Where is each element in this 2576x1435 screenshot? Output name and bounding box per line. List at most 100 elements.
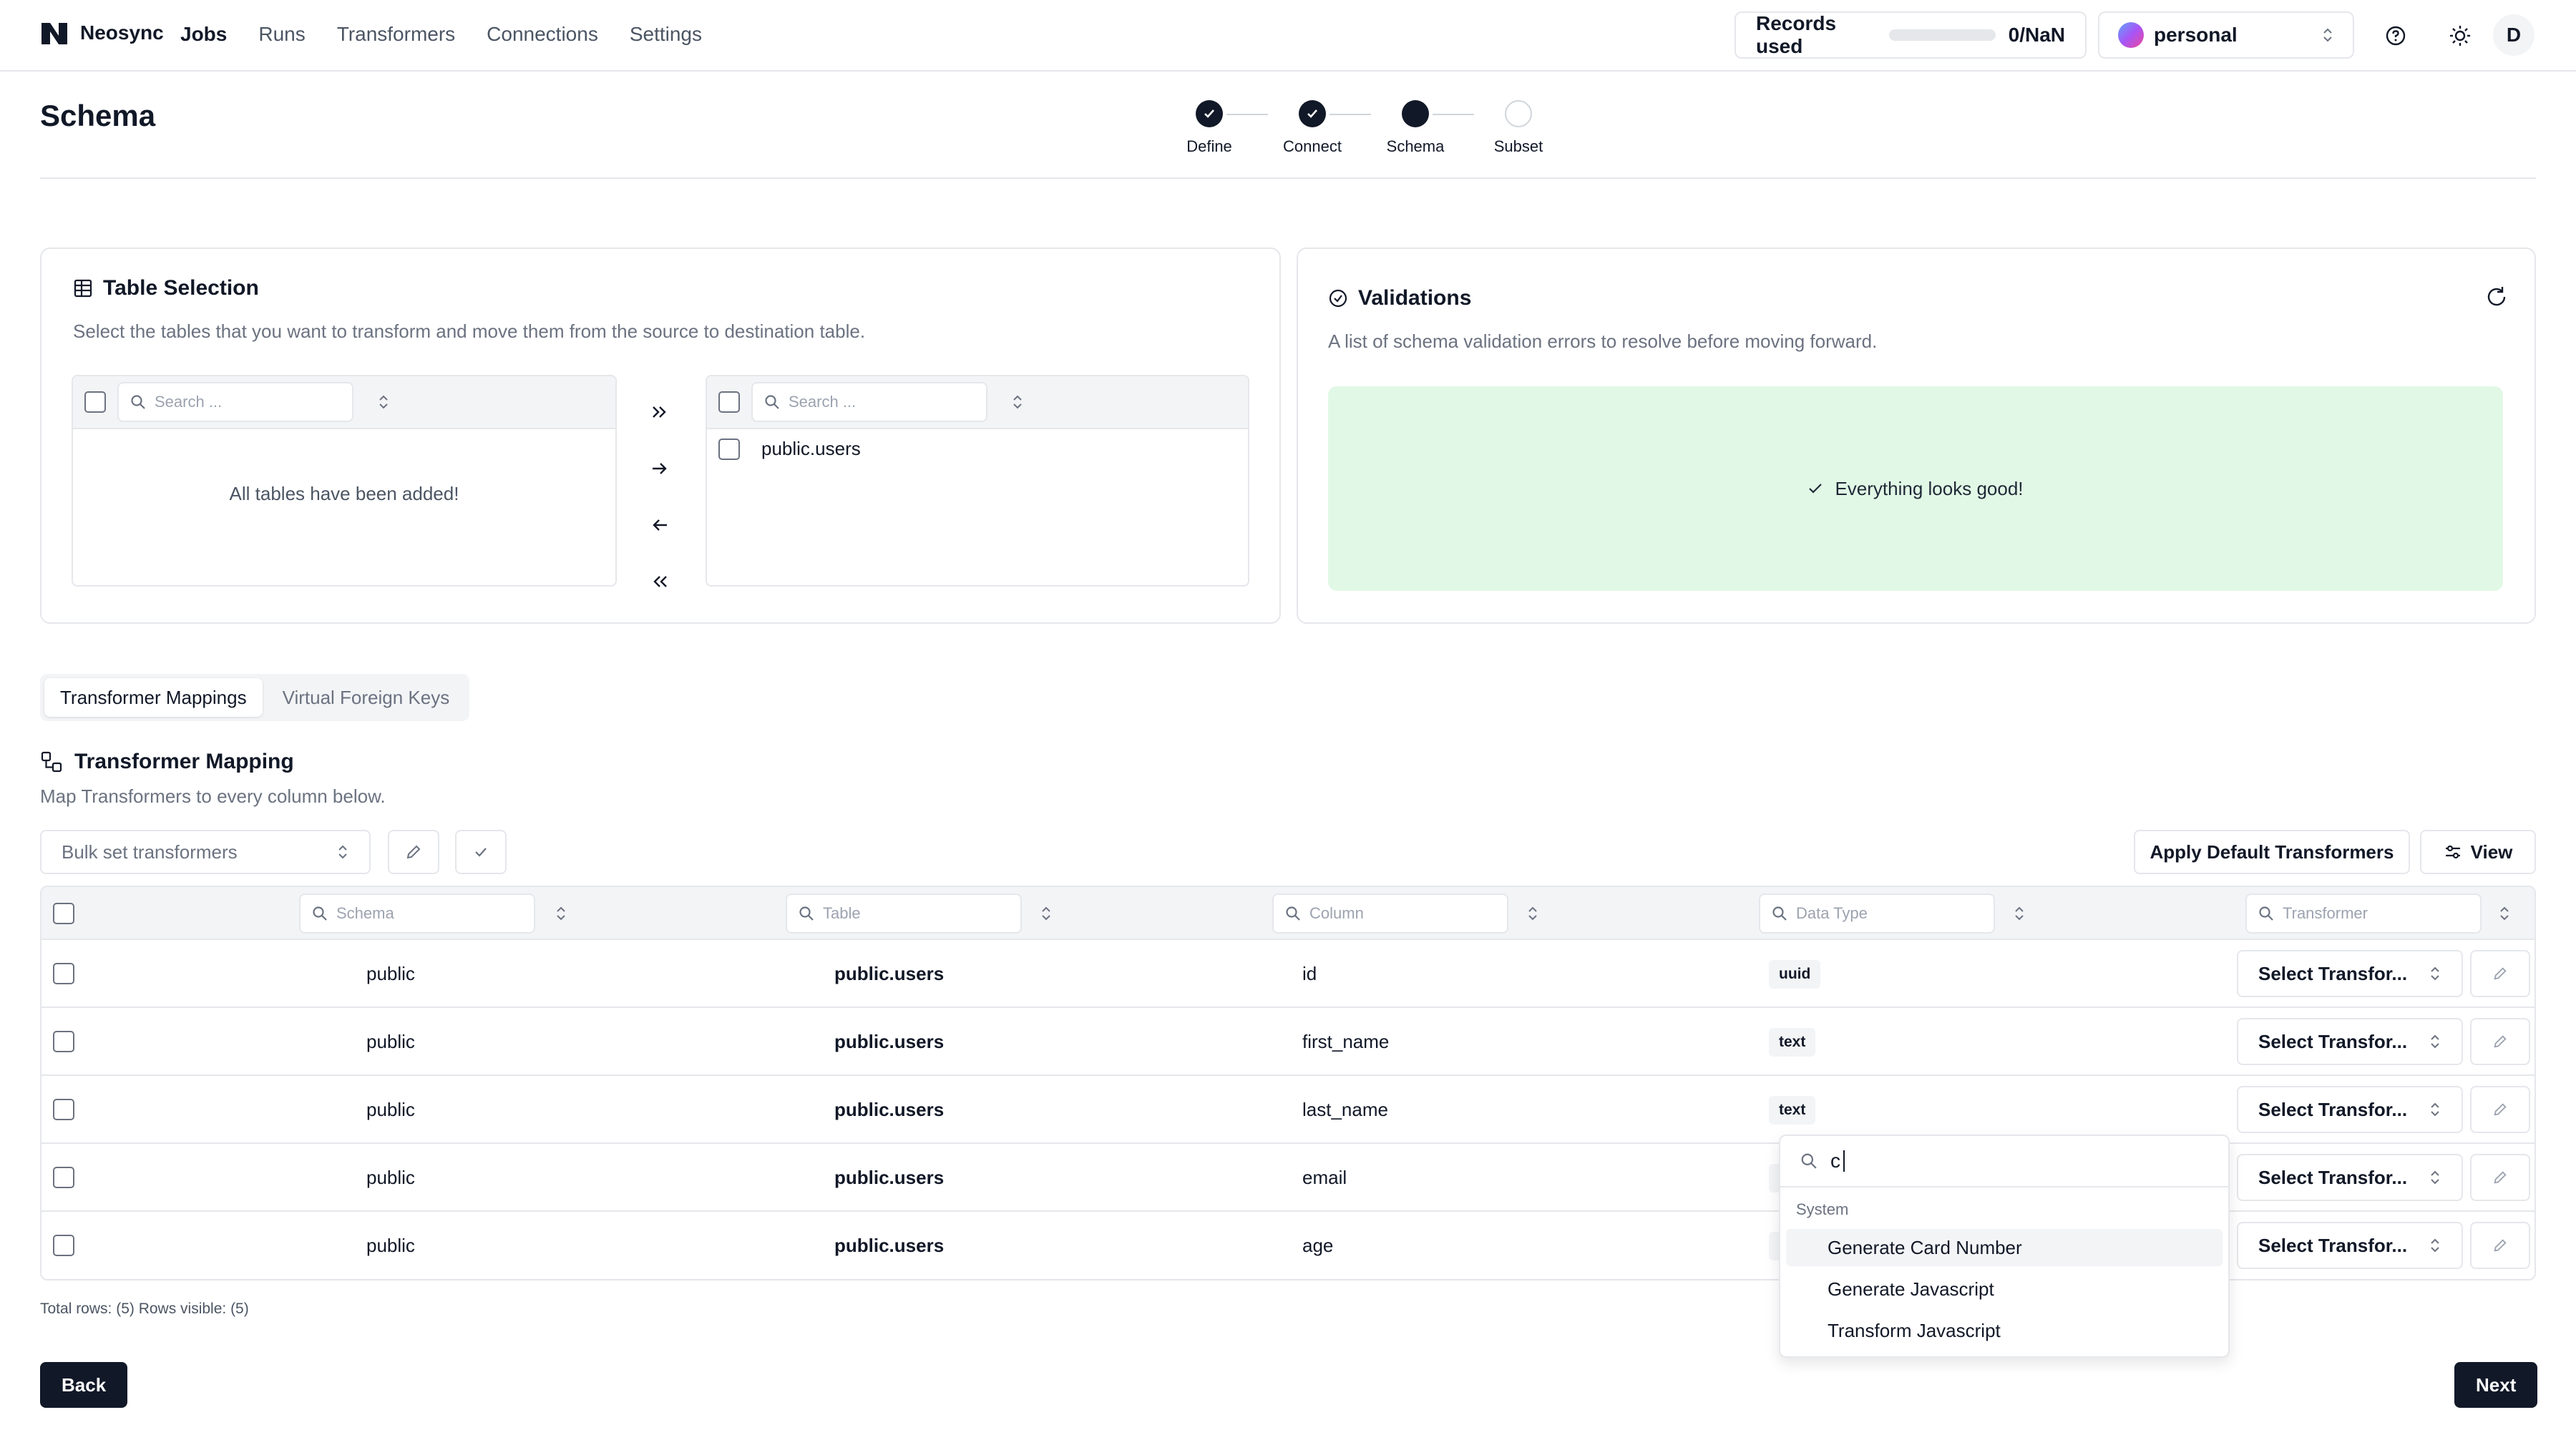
sort-icon[interactable] [1040,906,1052,921]
tab-transformer-mappings[interactable]: Transformer Mappings [44,678,263,717]
table-row: public public.users id uuid Select Trans… [42,940,2534,1008]
dropdown-option[interactable]: Transform Javascript [1786,1312,2223,1349]
button-label: Apply Default Transformers [2150,841,2394,863]
data-type-badge: text [1769,1027,1816,1057]
schema-cell: public [366,1167,415,1188]
filter-placeholder: Schema [336,904,394,922]
search-icon [1772,906,1787,921]
bulk-apply-button[interactable] [455,830,507,874]
edit-transformer-button[interactable] [2470,950,2530,997]
sort-icon[interactable] [2499,906,2510,921]
edit-transformer-button[interactable] [2470,1086,2530,1133]
nav-jobs[interactable]: Jobs [180,23,227,46]
row-checkbox[interactable] [53,1031,74,1052]
edit-transformer-button[interactable] [2470,1222,2530,1269]
table-filter-input[interactable]: Table [786,893,1022,934]
tab-virtual-foreign-keys[interactable]: Virtual Foreign Keys [267,678,466,717]
table-cell: public.users [834,1235,945,1256]
column-filter-input[interactable]: Column [1272,893,1508,934]
dropdown-option[interactable]: Generate Javascript [1786,1270,2223,1308]
transformer-select[interactable]: Select Transfor... [2237,1086,2463,1133]
edit-transformer-button[interactable] [2470,1154,2530,1201]
list-item[interactable]: public.users [707,429,1248,469]
row-checkbox[interactable] [53,963,74,984]
sort-icon[interactable] [555,906,567,921]
neosync-logo-icon [42,23,67,44]
nav-transformers[interactable]: Transformers [337,23,455,46]
search-icon [1286,906,1300,921]
transformer-select[interactable]: Select Transfor... [2237,1154,2463,1201]
column-cell: email [1302,1167,1347,1188]
chevron-up-down-icon [2431,1102,2439,1117]
bulk-edit-button[interactable] [388,830,439,874]
schema-filter-input[interactable]: Schema [299,893,535,934]
help-button[interactable] [2376,16,2416,56]
schema-cell: public [366,963,415,984]
text-cursor [1843,1150,1845,1172]
search-icon [313,906,327,921]
table-cell: public.users [834,1167,945,1188]
sort-icon[interactable] [378,394,389,410]
nav-connections[interactable]: Connections [487,23,598,46]
next-button[interactable]: Next [2454,1362,2538,1408]
row-checkbox[interactable] [53,1167,74,1188]
theme-toggle-button[interactable] [2440,16,2480,56]
move-right-button[interactable] [644,440,675,496]
row-checkbox[interactable] [53,1235,74,1256]
data-type-filter-input[interactable]: Data Type [1759,893,1995,934]
transformer-select[interactable]: Select Transfor... [2237,950,2463,997]
data-type-cell: text [1769,1008,1816,1076]
select-value: Select Transfor... [2258,1166,2408,1188]
chevron-up-down-icon [2431,1238,2439,1253]
transformer-search-input[interactable]: c [1780,1136,2228,1187]
search-icon [799,906,814,921]
table-name: public.users [761,438,861,459]
chevron-up-down-icon [338,845,347,859]
destination-search-input[interactable]: Search ... [751,382,987,422]
move-all-left-button[interactable] [644,553,675,609]
transformer-filter-input[interactable]: Transformer [2245,893,2482,934]
transformer-select[interactable]: Select Transfor... [2237,1222,2463,1269]
search-value: c [1830,1150,1840,1172]
view-options-button[interactable]: View [2420,830,2536,874]
back-button[interactable]: Back [40,1362,128,1408]
page-title: Schema [40,99,156,132]
records-used-widget[interactable]: Records used 0/NaN [1735,11,2087,59]
select-value: Select Transfor... [2258,1030,2408,1052]
arrow-left-icon [653,519,667,531]
refresh-validations-button[interactable] [2484,285,2509,314]
select-all-destination-checkbox[interactable] [718,391,740,413]
edit-transformer-button[interactable] [2470,1018,2530,1065]
brand-logo[interactable]: Neosync [40,20,164,46]
sliders-icon [2445,845,2460,859]
check-circle-icon [1329,289,1347,308]
source-search-input[interactable]: Search ... [117,382,353,422]
schema-cell: public [366,1235,415,1256]
table-checkbox[interactable] [718,438,740,460]
account-switcher[interactable]: personal [2098,11,2354,59]
chevron-up-down-icon [2323,28,2332,42]
table-cell: public.users [834,963,945,984]
transformer-select[interactable]: Select Transfor... [2237,1018,2463,1065]
step-current-indicator [1402,100,1429,127]
search-icon [1801,1153,1817,1169]
select-all-rows-checkbox[interactable] [53,903,74,924]
nav-runs[interactable]: Runs [258,23,305,46]
search-icon [131,395,145,409]
move-all-right-button[interactable] [644,383,675,440]
card-title-text: Validations [1358,286,1472,310]
select-all-source-checkbox[interactable] [84,391,106,413]
user-avatar[interactable]: D [2493,14,2534,56]
apply-default-transformers-button[interactable]: Apply Default Transformers [2134,830,2410,874]
search-icon [765,395,779,409]
search-placeholder: Search ... [789,393,857,411]
sort-icon[interactable] [1012,394,1023,410]
bulk-set-transformers-select[interactable]: Bulk set transformers [40,830,371,874]
row-checkbox[interactable] [53,1099,74,1120]
step-label: Schema [1386,137,1445,155]
move-left-button[interactable] [644,496,675,553]
nav-settings[interactable]: Settings [630,23,702,46]
sort-icon[interactable] [2014,906,2025,921]
sort-icon[interactable] [1527,906,1538,921]
dropdown-option[interactable]: Generate Card Number [1786,1229,2223,1266]
